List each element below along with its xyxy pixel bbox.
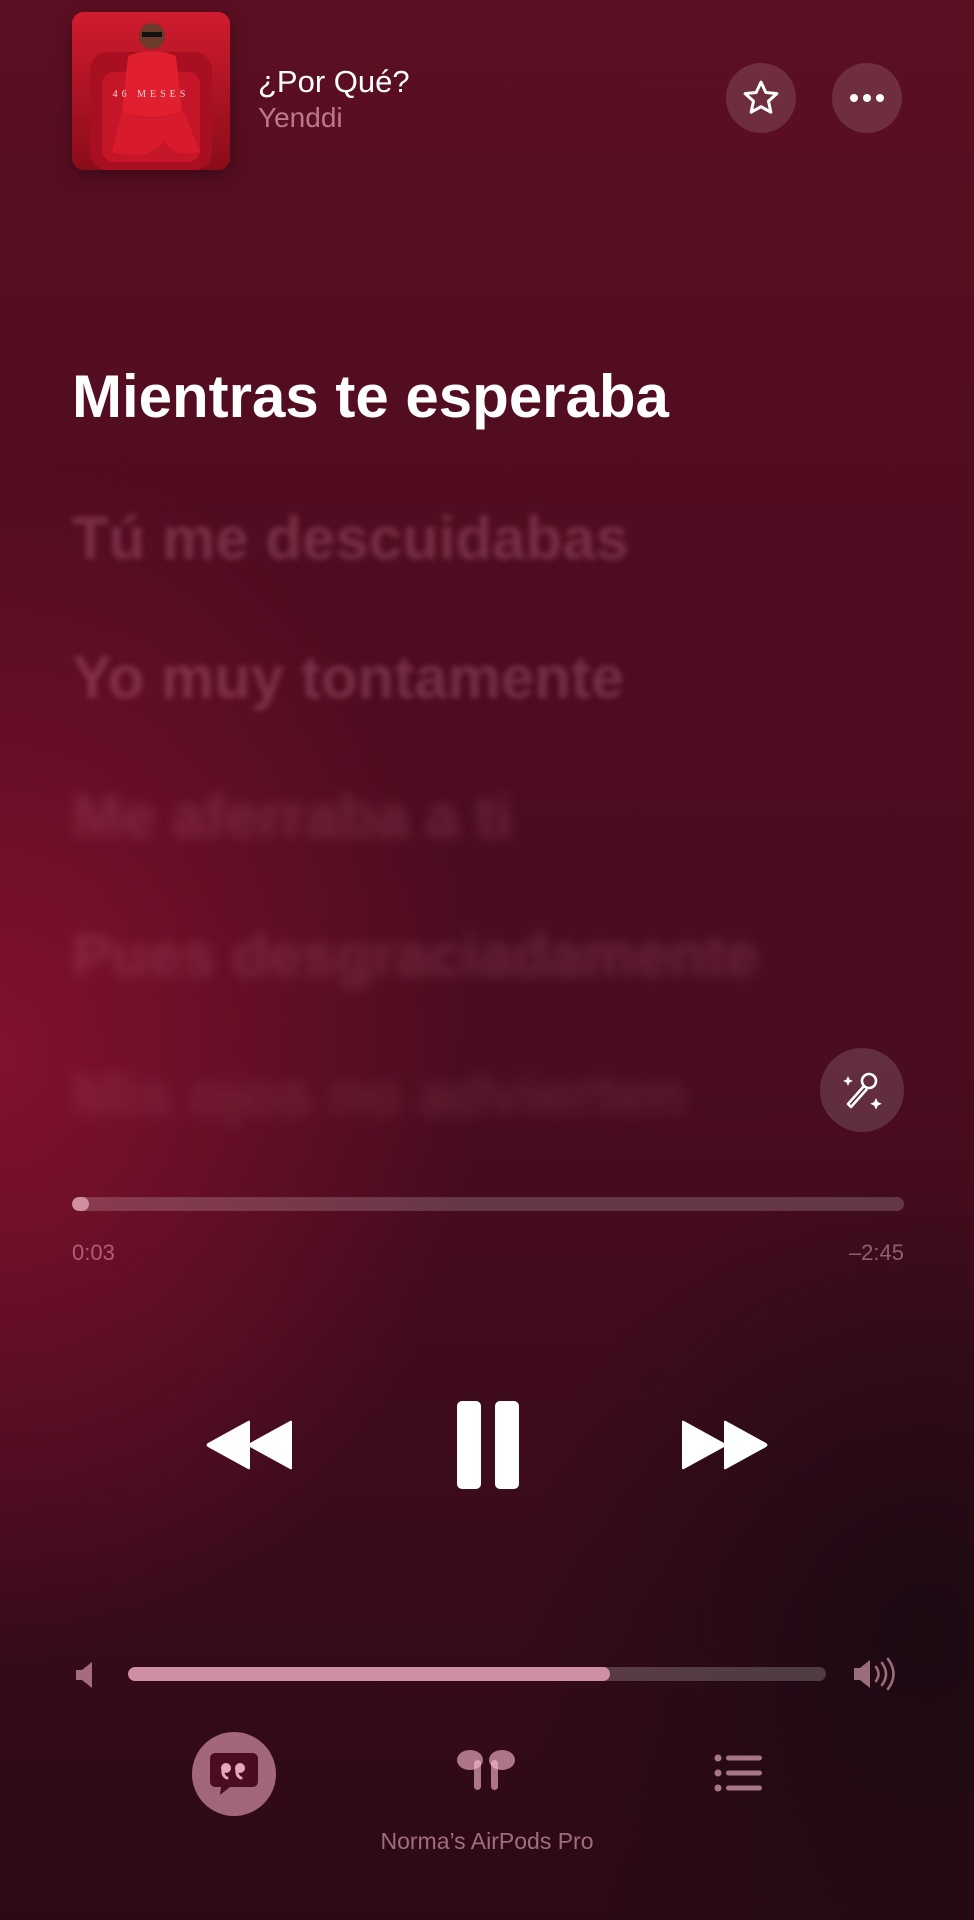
- lyric-line[interactable]: Me aferraba a ti: [72, 782, 512, 851]
- track-title[interactable]: ¿Por Qué?: [258, 64, 410, 100]
- backward-icon: [206, 1420, 292, 1470]
- lyric-line[interactable]: Pues desgraciadamente: [72, 921, 759, 990]
- ellipsis-icon: [850, 94, 884, 102]
- elapsed-time: 0:03: [72, 1240, 115, 1265]
- playback-scrubber[interactable]: [72, 1197, 904, 1211]
- speaker-high-icon: [854, 1657, 895, 1691]
- album-artwork-image: 46 MESES: [72, 12, 230, 170]
- lyric-line[interactable]: Yo muy tontamente: [72, 643, 624, 712]
- star-icon: [743, 80, 779, 114]
- forward-icon: [682, 1420, 768, 1470]
- queue-button[interactable]: [714, 1754, 764, 1797]
- remaining-time: –2:45: [848, 1240, 904, 1265]
- microphone-sparkles-icon: [843, 1072, 882, 1110]
- pause-button[interactable]: [440, 1395, 536, 1495]
- airplay-device-button[interactable]: [454, 1748, 518, 1799]
- favorite-button[interactable]: [726, 63, 796, 133]
- lyric-line[interactable]: Mis ojos no advierten: [72, 1060, 685, 1129]
- track-artist[interactable]: Yenddi: [258, 102, 343, 134]
- airpods-icon: [457, 1750, 515, 1790]
- lyrics-toggle-button[interactable]: [192, 1732, 276, 1816]
- volume-min-button[interactable]: [74, 1660, 102, 1695]
- artwork-text: 46 MESES: [113, 89, 190, 100]
- list-icon: [714, 1754, 762, 1792]
- next-button[interactable]: [672, 1405, 778, 1485]
- previous-button[interactable]: [196, 1405, 302, 1485]
- lyric-line-current[interactable]: Mientras te esperaba: [72, 362, 669, 431]
- more-options-button[interactable]: [832, 63, 902, 133]
- quote-bubble-icon: [210, 1753, 258, 1795]
- album-artwork[interactable]: 46 MESES: [72, 12, 230, 170]
- sing-along-button[interactable]: [820, 1048, 904, 1132]
- volume-max-button[interactable]: [852, 1656, 898, 1697]
- lyric-line[interactable]: Tú me descuidabas: [72, 504, 629, 573]
- volume-slider-fill: [128, 1667, 610, 1681]
- pause-icon: [457, 1401, 519, 1489]
- volume-slider[interactable]: [128, 1667, 826, 1681]
- speaker-low-icon: [76, 1662, 92, 1688]
- playback-progress-fill: [72, 1197, 89, 1211]
- output-device-name[interactable]: Norma’s AirPods Pro: [0, 1828, 974, 1855]
